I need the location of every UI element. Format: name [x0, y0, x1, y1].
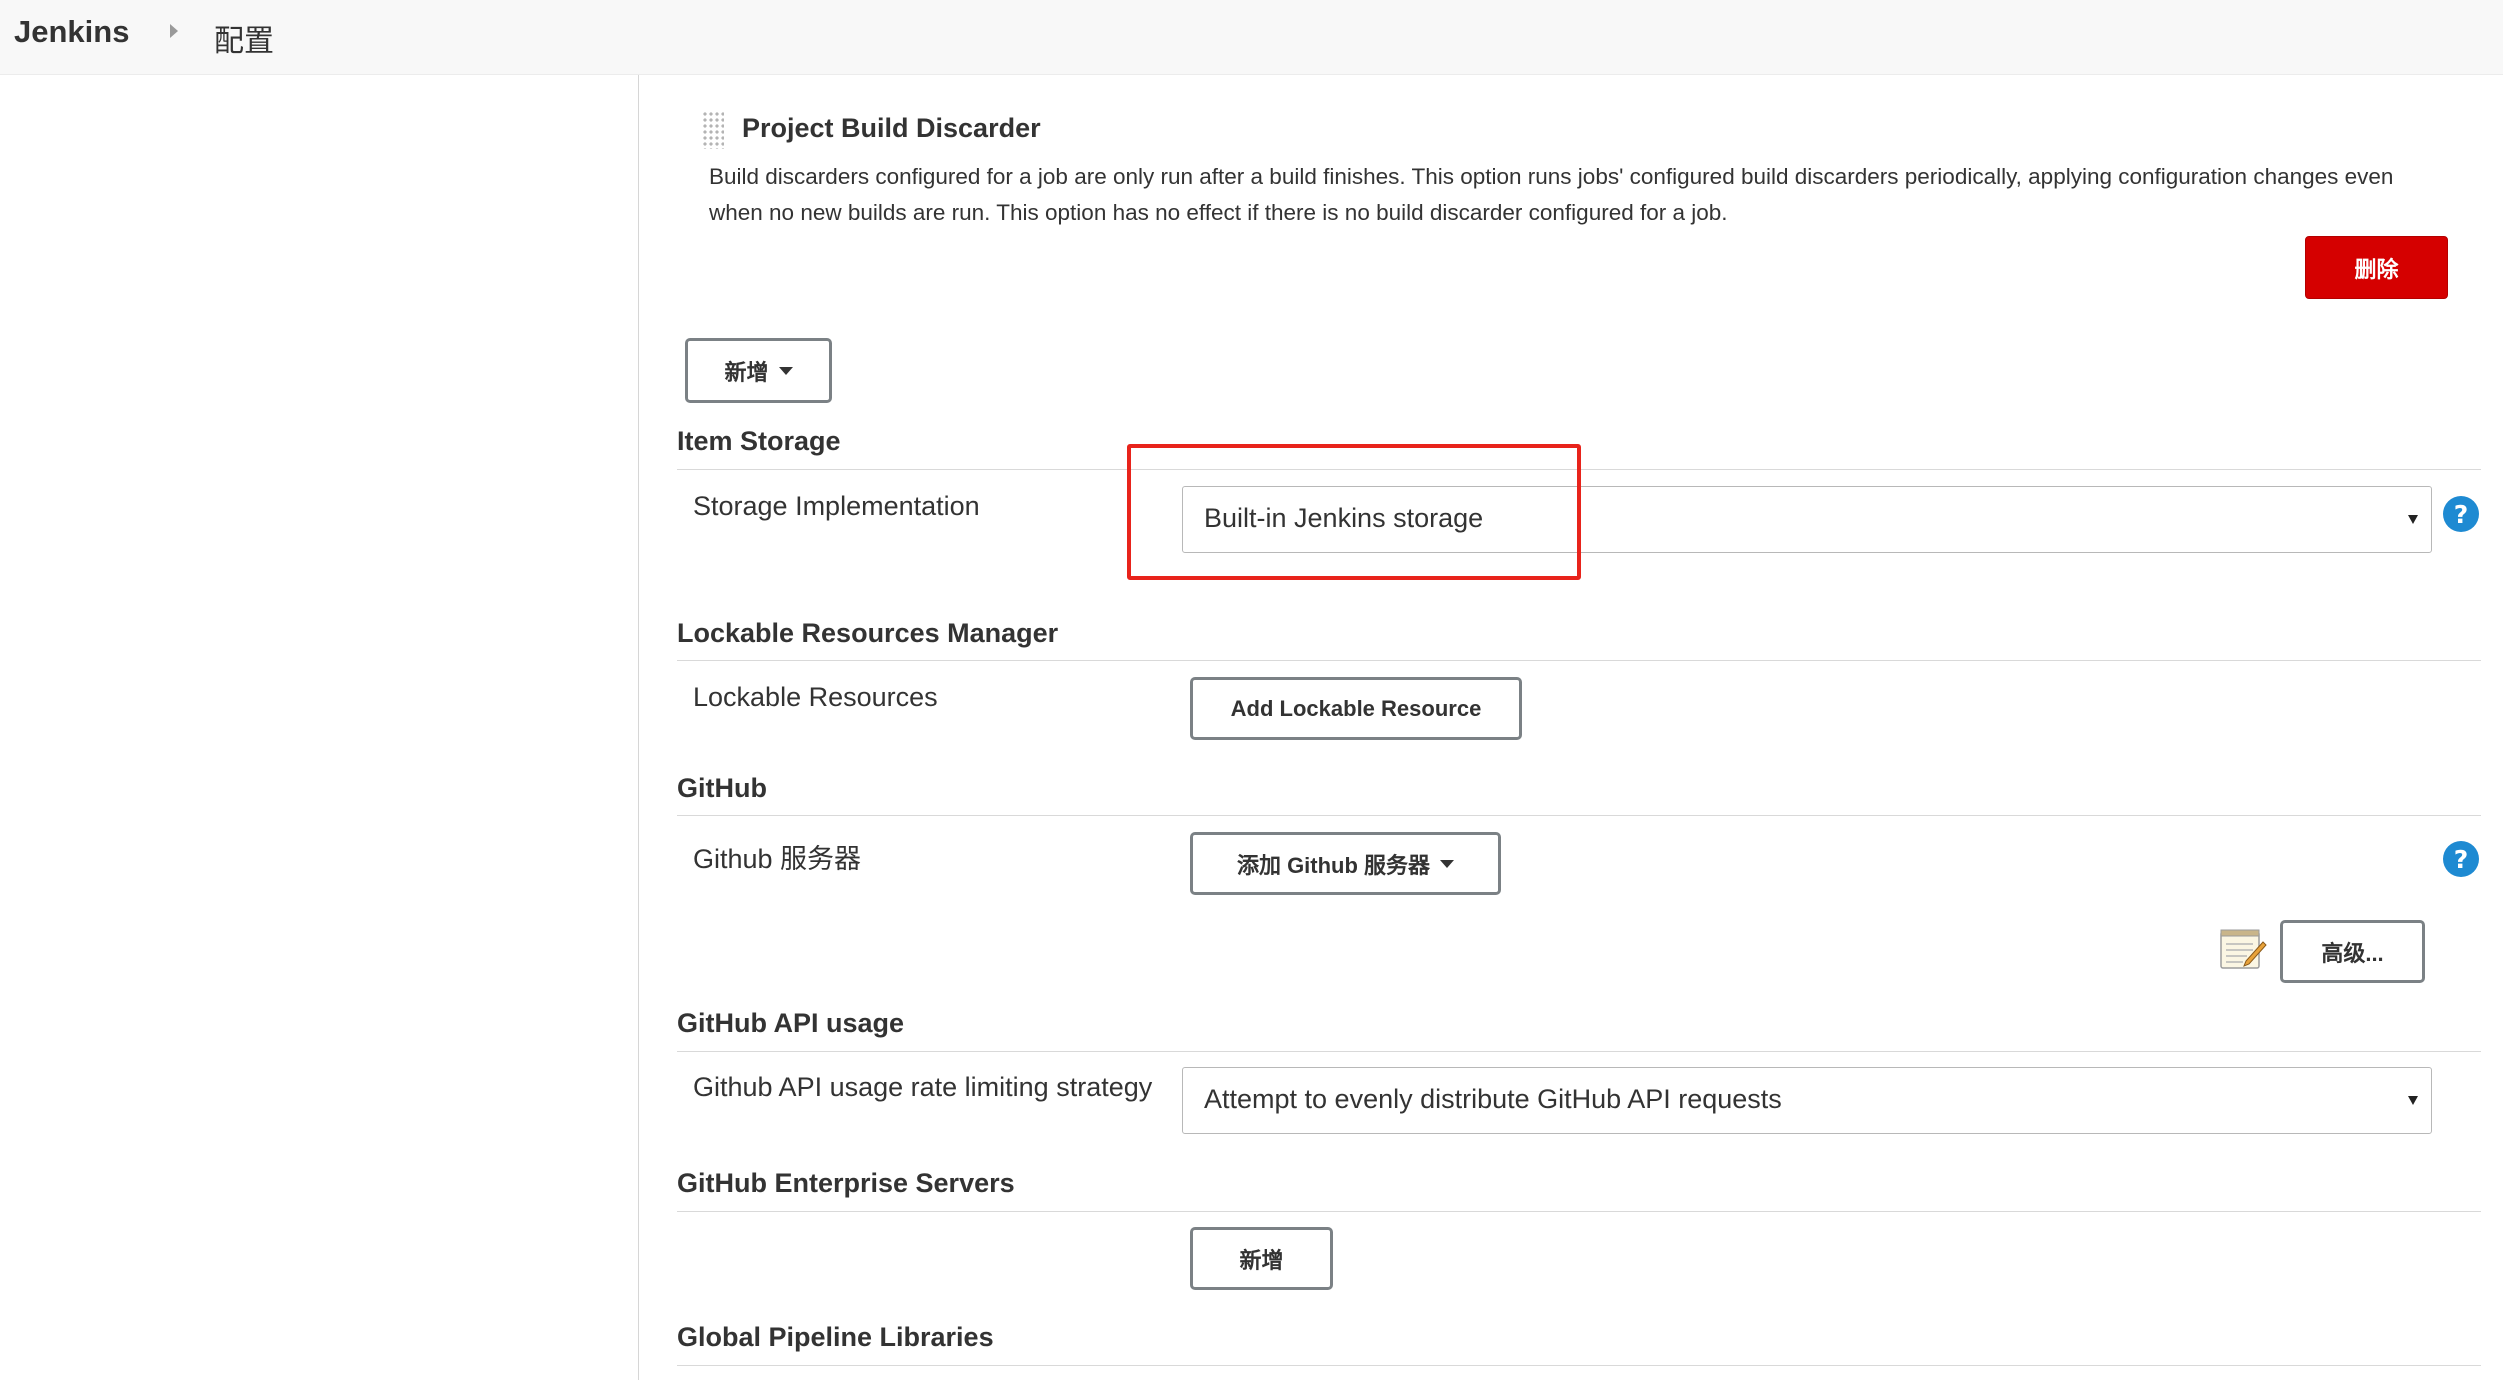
breadcrumb-current[interactable]: 配置 — [214, 16, 274, 60]
caret-down-icon — [778, 366, 793, 375]
breadcrumb: Jenkins 配置 — [0, 0, 2503, 75]
storage-implementation-label: Storage Implementation — [693, 491, 980, 521]
dropdown-arrow-icon — [2408, 1096, 2418, 1105]
github-header: GitHub — [677, 773, 767, 803]
add-enterprise-server-button[interactable]: 新增 — [1190, 1227, 1333, 1290]
add-github-server-label: 添加 Github 服务器 — [1236, 852, 1431, 878]
build-discarder-description: Build discarders configured for a job ar… — [709, 164, 2394, 225]
advanced-button[interactable]: 高级... — [2280, 920, 2425, 983]
github-api-strategy-value: Attempt to evenly distribute GitHub API … — [1204, 1084, 1782, 1114]
delete-button[interactable]: 删除 — [2305, 236, 2448, 299]
github-servers-label: Github 服务器 — [693, 844, 862, 874]
jenkins-home-link[interactable]: Jenkins — [14, 14, 129, 50]
section-divider — [677, 815, 2481, 816]
github-enterprise-header: GitHub Enterprise Servers — [677, 1168, 1015, 1198]
lockable-resources-header: Lockable Resources Manager — [677, 618, 1059, 648]
section-divider — [677, 1211, 2481, 1212]
section-divider — [677, 1051, 2481, 1052]
github-api-usage-header: GitHub API usage — [677, 1008, 905, 1038]
drag-handle-icon[interactable] — [702, 111, 724, 149]
add-github-server-button[interactable]: 添加 Github 服务器 — [1190, 832, 1501, 895]
global-pipeline-libraries-header: Global Pipeline Libraries — [677, 1322, 994, 1352]
add-discarder-label: 新增 — [724, 359, 769, 385]
github-api-strategy-label: Github API usage rate limiting strategy — [693, 1072, 1153, 1102]
side-panel — [0, 75, 639, 1380]
dropdown-arrow-icon — [2408, 515, 2418, 524]
section-divider — [677, 1365, 2481, 1366]
github-api-strategy-select[interactable]: Attempt to evenly distribute GitHub API … — [1182, 1067, 2432, 1134]
highlight-annotation — [1127, 444, 1581, 580]
lockable-resources-label: Lockable Resources — [693, 682, 938, 712]
chevron-right-icon — [170, 24, 178, 38]
notepad-icon[interactable] — [2217, 924, 2267, 974]
build-discarder-title: Project Build Discarder — [742, 113, 1041, 143]
section-divider — [677, 660, 2481, 661]
item-storage-header: Item Storage — [677, 426, 841, 456]
caret-down-icon — [1440, 859, 1455, 868]
help-icon[interactable]: ? — [2443, 496, 2479, 532]
add-lockable-resource-button[interactable]: Add Lockable Resource — [1190, 677, 1522, 740]
add-discarder-button[interactable]: 新增 — [685, 338, 832, 403]
help-icon[interactable]: ? — [2443, 841, 2479, 877]
